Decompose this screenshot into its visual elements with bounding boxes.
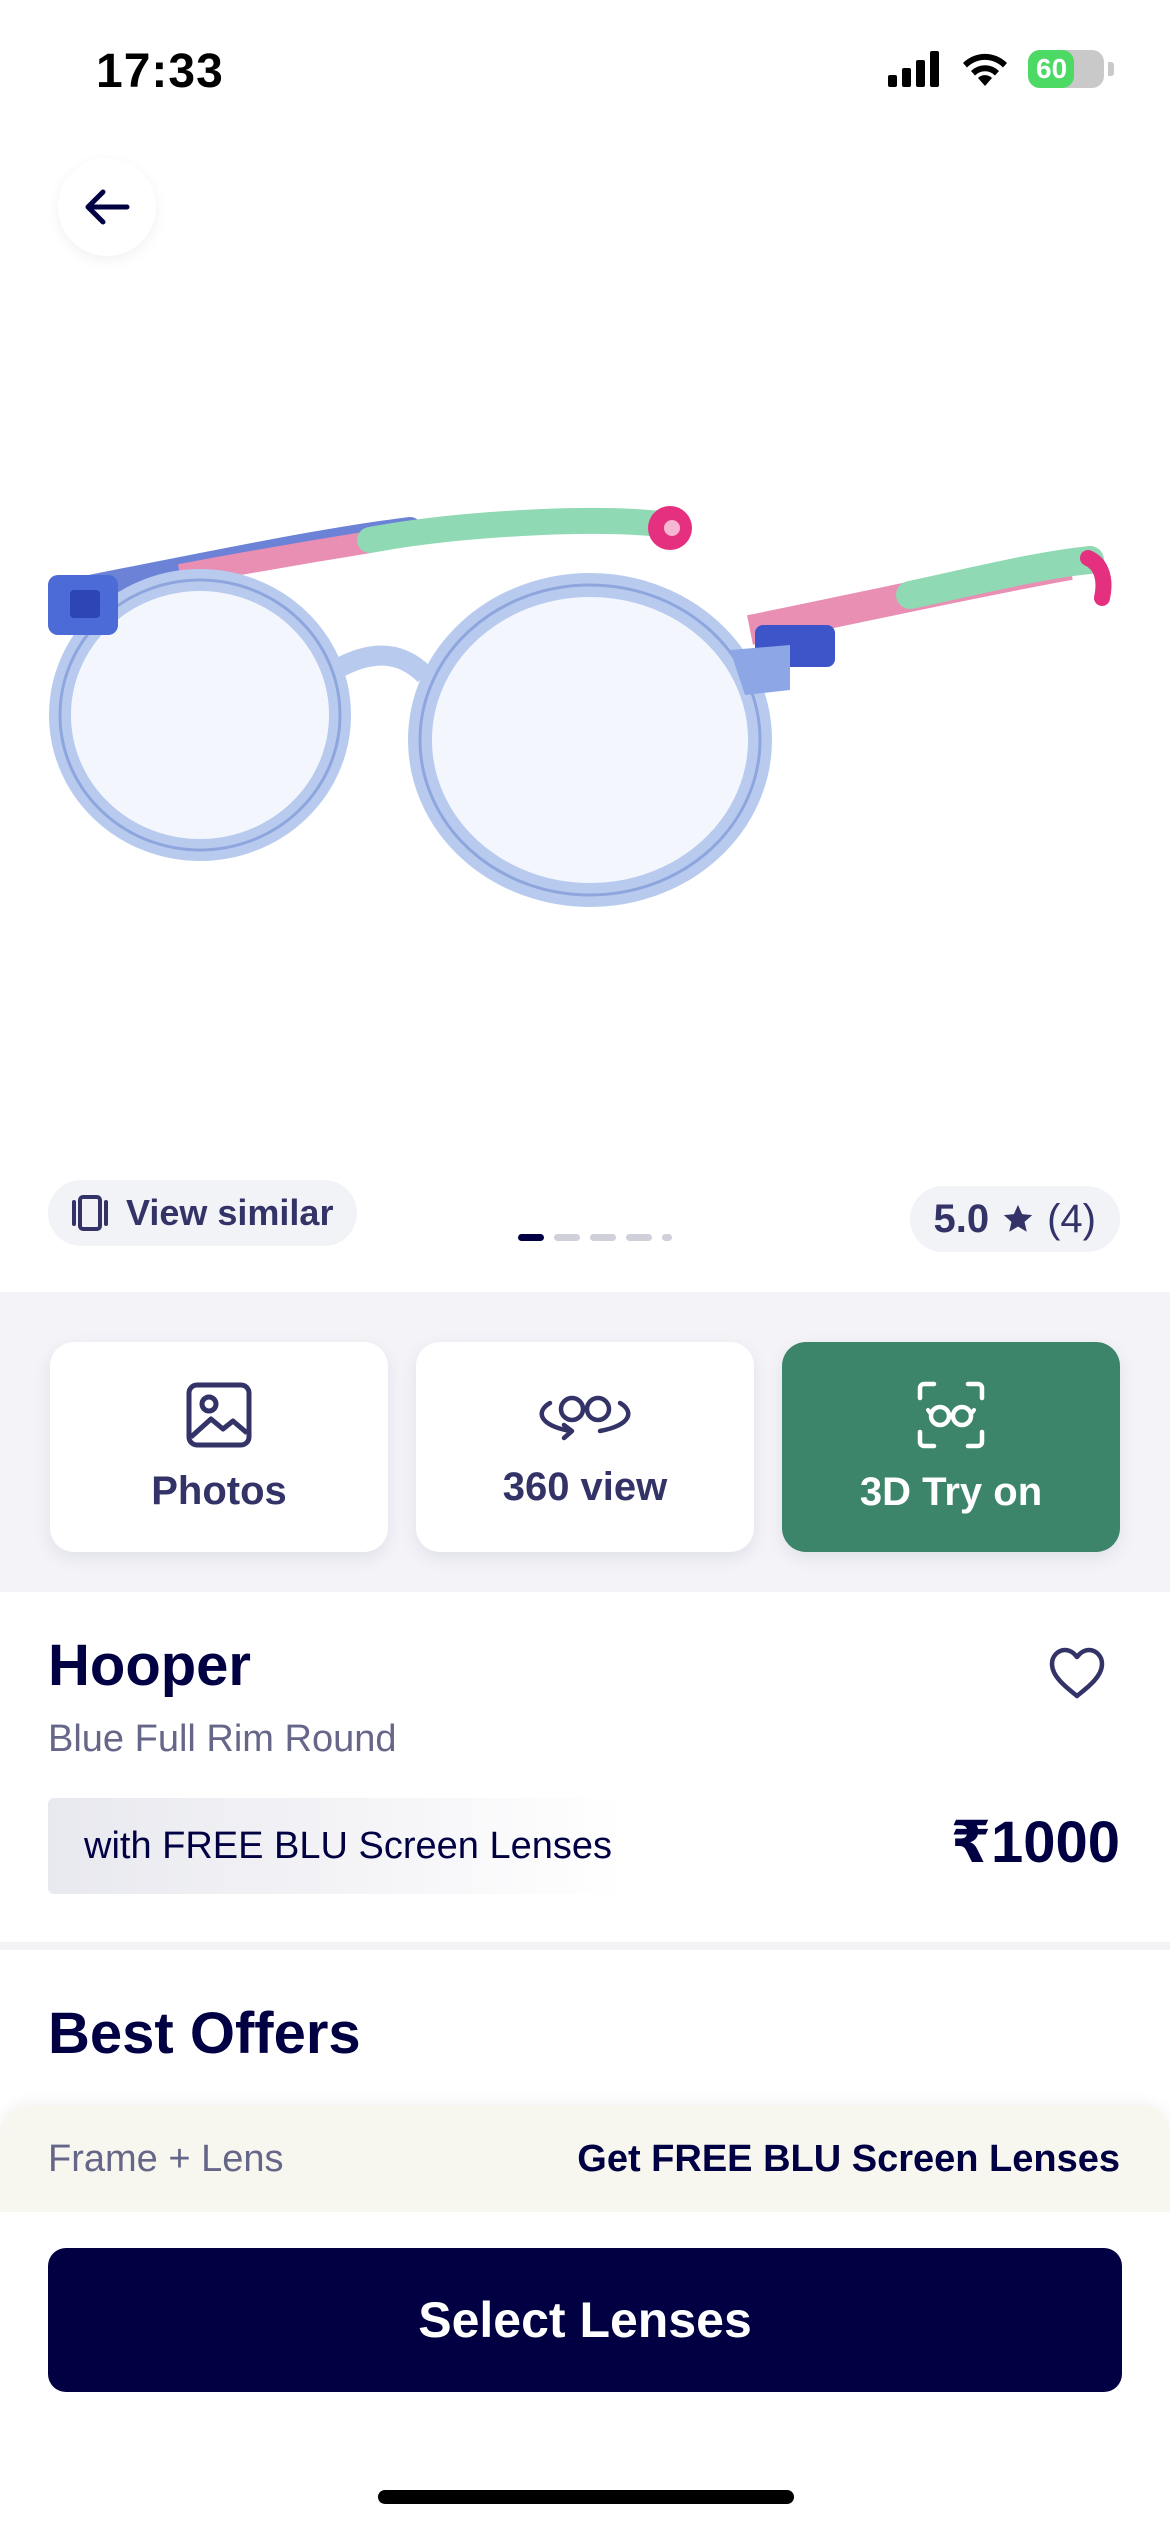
carousel-dots [518,1234,672,1241]
wifi-icon [963,53,1007,86]
carousel-dot[interactable] [662,1234,672,1241]
home-indicator [378,2490,794,2504]
3d-try-on-label: 3D Try on [859,1469,1043,1514]
arrow-left-icon [85,189,130,225]
view-similar-icon [72,1195,108,1231]
status-time: 17:33 [96,45,224,98]
rating-pill[interactable]: 5.0 (4) [909,1186,1120,1252]
product-subtitle: Blue Full Rim Round [48,1718,397,1760]
image-icon [186,1382,252,1447]
battery-indicator: 60 [1028,50,1104,88]
status-icons: 60 [888,50,1114,88]
photos-view-button[interactable]: Photos [50,1342,388,1552]
product-image[interactable] [30,480,1140,960]
star-icon [1003,1204,1033,1232]
carousel-dot[interactable] [590,1234,616,1241]
view-similar-label: View similar [126,1192,334,1233]
face-scan-glasses-icon [917,1381,985,1448]
wishlist-button[interactable] [1048,1646,1106,1705]
signal-icon [888,51,939,87]
heart-icon [1049,1647,1105,1699]
view-options-strip: Photos 360 view 3D Try on [0,1292,1170,1592]
battery-percent: 60 [1036,53,1068,84]
bottom-action-bar: Select Lenses [0,2212,1170,2532]
360-view-button[interactable]: 360 view [416,1342,754,1552]
360-view-label: 360 view [502,1464,668,1509]
rotate-360-icon [539,1395,631,1440]
3d-try-on-button[interactable]: 3D Try on [782,1342,1120,1552]
rating-count: (4) [1047,1196,1096,1241]
best-offers-title: Best Offers [48,2001,361,2066]
view-similar-button[interactable]: View similar [48,1180,358,1246]
rating-score: 5.0 [933,1196,990,1241]
product-price: ₹1000 [950,1810,1120,1875]
lens-offer-badge: with FREE BLU Screen Lenses [48,1798,628,1894]
offer-row-value: Get FREE BLU Screen Lenses [577,2138,1120,2180]
offer-row[interactable]: Frame + Lens Get FREE BLU Screen Lenses [0,2106,1170,2214]
back-button[interactable] [58,158,156,256]
section-divider [0,1942,1170,1950]
offer-row-label: Frame + Lens [48,2138,284,2180]
status-bar: 17:33 60 [0,0,1170,140]
product-detail-screen: 17:33 60 View similar 5.0 (4) Photos 360… [0,0,1170,2532]
carousel-dot[interactable] [554,1234,580,1241]
select-lenses-button[interactable]: Select Lenses [48,2248,1122,2392]
product-name: Hooper [48,1633,251,1698]
lens-offer-text: with FREE BLU Screen Lenses [84,1824,613,1867]
battery-cap [1108,62,1114,76]
carousel-dot[interactable] [518,1234,544,1241]
carousel-dot[interactable] [626,1234,652,1241]
photos-label: Photos [151,1468,287,1513]
